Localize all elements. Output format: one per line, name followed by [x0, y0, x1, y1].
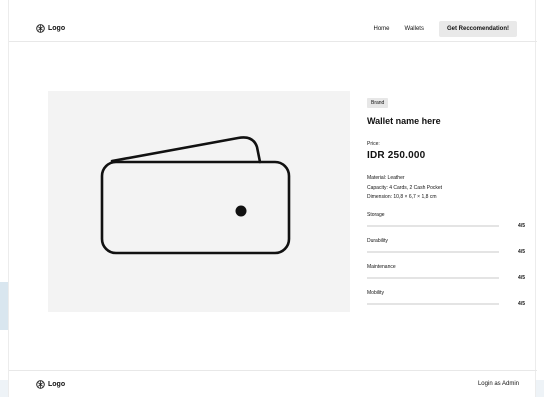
rating-value: 4/5 [518, 300, 525, 307]
footer-logo[interactable]: Logo [36, 380, 65, 389]
rating-bar [367, 276, 499, 279]
spec-material: Material: Leather [367, 175, 405, 181]
rating-storage: Storage 4/5 [367, 212, 527, 238]
get-recommendation-button[interactable]: Get Reccomendation! [438, 21, 517, 37]
logo-icon [36, 24, 45, 33]
rating-label: Maintenance [367, 263, 396, 270]
footer: Logo Login as Admin [9, 370, 537, 397]
product-name: Wallet name here [367, 116, 441, 126]
rating-label: Durability [367, 237, 388, 244]
rating-durability: Durability 4/5 [367, 238, 527, 264]
rating-bar [367, 224, 499, 227]
rating-maintenance: Maintenance 4/5 [367, 264, 527, 290]
header: Logo Home Wallets Get Reccomendation! [9, 0, 537, 42]
rating-value: 4/5 [518, 248, 525, 255]
product-image [48, 91, 350, 312]
nav-wallets-link[interactable]: Wallets [405, 26, 424, 32]
top-nav: Home Wallets Get Reccomendation! [374, 21, 517, 37]
logo-text: Logo [48, 381, 66, 388]
spec-capacity: Capacity: 4 Cards, 2 Cash Pocket [367, 184, 443, 191]
logo-text: Logo [48, 25, 66, 32]
rating-label: Storage [367, 211, 385, 218]
product-detail: Brand Wallet name here Price: IDR 250.00… [367, 91, 527, 316]
logo-icon [36, 380, 45, 389]
wallet-icon [100, 136, 291, 255]
price-value: IDR 250.000 [367, 150, 426, 161]
rating-value: 4/5 [518, 274, 525, 281]
rating-value: 4/5 [518, 222, 525, 229]
rating-bar [367, 250, 499, 253]
product-specs: Material: Leather Capacity: 4 Cards, 2 C… [367, 174, 527, 203]
rating-bar [367, 302, 499, 305]
rating-label: Mobility [367, 289, 384, 296]
nav-home-link[interactable]: Home [374, 26, 390, 32]
ratings: Storage 4/5 Durability 4/5 Maintenance 4… [367, 212, 527, 316]
price-label: Price: [367, 141, 380, 147]
page-frame: Logo Home Wallets Get Reccomendation! Br… [8, 0, 537, 397]
login-as-admin-link[interactable]: Login as Admin [478, 381, 519, 387]
brand-tag[interactable]: Brand [367, 98, 389, 108]
spec-dimension: Dimension: 10,8 × 6,7 × 1,8 cm [367, 194, 437, 200]
logo[interactable]: Logo [36, 24, 65, 33]
rating-mobility: Mobility 4/5 [367, 290, 527, 316]
